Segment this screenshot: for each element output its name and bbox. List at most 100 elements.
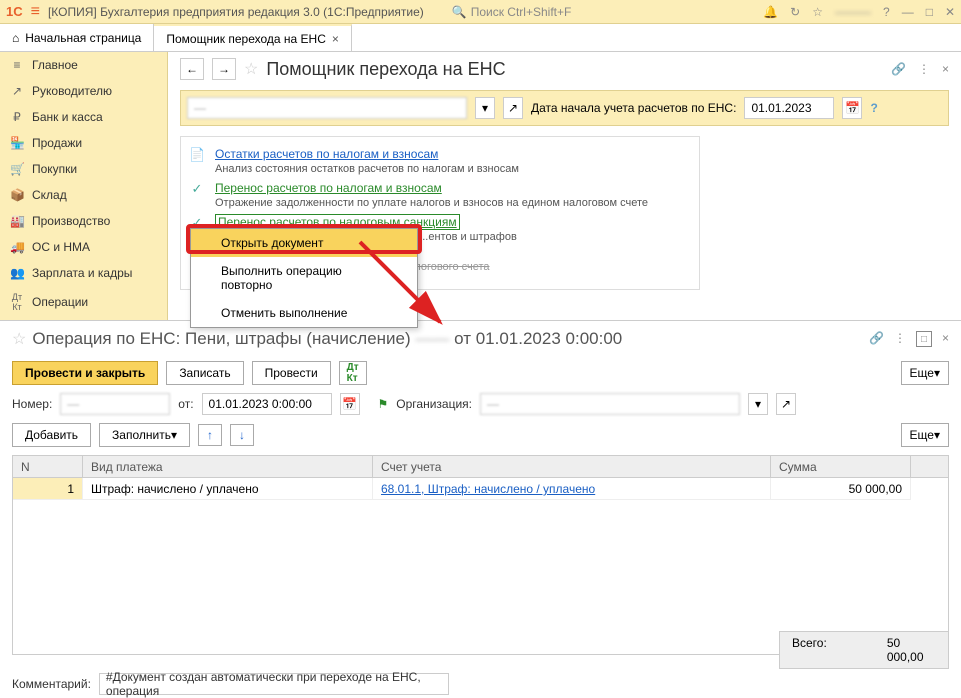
comment-label: Комментарий: — [12, 677, 91, 691]
date-input[interactable]: 01.01.2023 0:00:00 — [202, 393, 332, 415]
doc-link-icon[interactable]: 🔗 — [869, 331, 884, 347]
sidebar-item-operations[interactable]: ДтКтОперации — [0, 286, 167, 318]
global-search[interactable]: 🔍 Поиск Ctrl+Shift+F — [452, 5, 572, 19]
nav-fwd-button[interactable]: → — [212, 58, 236, 80]
sidebar-item-production[interactable]: 🏭Производство — [0, 208, 167, 234]
account-link[interactable]: 68.01.1, Штраф: начислено / уплачено — [381, 482, 595, 496]
list-icon: ≡ — [10, 58, 24, 72]
more-button-2[interactable]: Еще ▾ — [901, 423, 949, 447]
link-icon[interactable]: 🔗 — [891, 62, 906, 76]
doc-close-icon[interactable]: × — [942, 331, 949, 347]
doc-restore-icon[interactable]: □ — [916, 331, 932, 347]
ruble-icon: ₽ — [10, 110, 24, 124]
favorite-icon[interactable]: ☆ — [812, 5, 823, 19]
ctx-cancel-execution[interactable]: Отменить выполнение — [191, 299, 417, 327]
check-icon: ✓ — [189, 181, 205, 197]
ctx-redo-operation[interactable]: Выполнить операцию повторно — [191, 257, 417, 299]
doc-kebab-icon[interactable]: ⋮ — [894, 331, 906, 347]
page-title: Помощник перехода на ЕНС — [266, 59, 505, 80]
cell-account: 68.01.1, Штраф: начислено / уплачено — [373, 478, 771, 500]
maximize-icon[interactable]: □ — [926, 5, 933, 19]
factory-icon: 🏭 — [10, 214, 24, 228]
context-menu: Открыть документ Выполнить операцию повт… — [190, 228, 418, 328]
tab-assistant-label: Помощник перехода на ЕНС — [166, 32, 326, 46]
total-row: Всего: 50 000,00 — [12, 631, 949, 669]
home-icon: ⌂ — [12, 31, 19, 45]
favorite-toggle-icon[interactable]: ☆ — [244, 59, 258, 79]
dtkt-icon: ДтКт — [10, 292, 24, 312]
tab-assistant[interactable]: Помощник перехода на ЕНС × — [154, 24, 352, 51]
number-input[interactable]: — — [60, 393, 170, 415]
col-number[interactable]: N — [13, 456, 83, 477]
tab-home[interactable]: ⌂ Начальная страница — [0, 24, 154, 51]
bell-icon[interactable]: 🔔 — [763, 5, 778, 19]
titlebar: 1С ≡ [КОПИЯ] Бухгалтерия предприятия ред… — [0, 0, 961, 24]
tab-close-icon[interactable]: × — [332, 32, 339, 46]
kebab-icon[interactable]: ⋮ — [918, 62, 930, 76]
ctx-open-document[interactable]: Открыть документ — [191, 229, 417, 257]
org-input[interactable]: — — [480, 393, 740, 415]
step-2-link[interactable]: Перенос расчетов по налогам и взносам — [215, 181, 442, 195]
sidebar-item-stock[interactable]: 📦Склад — [0, 182, 167, 208]
tab-home-label: Начальная страница — [25, 31, 141, 45]
add-row-button[interactable]: Добавить — [12, 423, 91, 447]
org-open-button[interactable]: ↗ — [776, 393, 796, 415]
move-down-button[interactable]: ↓ — [230, 424, 254, 446]
help-date-icon[interactable]: ? — [870, 101, 877, 115]
history-icon[interactable]: ↻ — [790, 5, 800, 19]
more-button-1[interactable]: Еще ▾ — [901, 361, 949, 385]
sidebar-item-main[interactable]: ≡Главное — [0, 52, 167, 78]
window-title: [КОПИЯ] Бухгалтерия предприятия редакция… — [48, 5, 424, 19]
step-2-desc: Отражение задолженности по уплате налого… — [215, 197, 687, 209]
calendar-button[interactable]: 📅 — [842, 97, 862, 119]
cell-number: 1 — [13, 478, 83, 500]
fill-button[interactable]: Заполнить ▾ — [99, 423, 190, 447]
save-button[interactable]: Записать — [166, 361, 243, 385]
doc-favorite-icon[interactable]: ☆ — [12, 329, 26, 349]
close-window-icon[interactable]: ✕ — [945, 5, 955, 19]
sidebar-item-salary[interactable]: 👥Зарплата и кадры — [0, 260, 167, 286]
date-start-input[interactable]: 01.01.2023 — [744, 97, 834, 119]
comment-input[interactable]: #Документ создан автоматически при перех… — [99, 673, 449, 695]
close-panel-icon[interactable]: × — [942, 62, 949, 76]
col-amount[interactable]: Сумма — [771, 456, 911, 477]
number-label: Номер: — [12, 397, 52, 411]
sidebar-item-manager[interactable]: ↗Руководителю — [0, 78, 167, 104]
step-2: ✓ Перенос расчетов по налогам и взносам … — [189, 181, 687, 209]
help-icon[interactable]: ? — [883, 5, 890, 19]
org-date-row: — ▾ ↗ Дата начала учета расчетов по ЕНС:… — [180, 90, 949, 126]
main-menu-icon[interactable]: ≡ — [31, 3, 40, 21]
post-and-close-button[interactable]: Провести и закрыть — [12, 361, 158, 385]
sidebar-item-assets[interactable]: 🚚ОС и НМА — [0, 234, 167, 260]
calendar-doc-button[interactable]: 📅 — [340, 393, 360, 415]
col-payment-type[interactable]: Вид платежа — [83, 456, 373, 477]
doc-icon: 📄 — [189, 147, 205, 163]
post-button[interactable]: Провести — [252, 361, 331, 385]
people-icon: 👥 — [10, 266, 24, 280]
search-icon: 🔍 — [452, 5, 467, 19]
step-1-link[interactable]: Остатки расчетов по налогам и взносам — [215, 147, 438, 161]
sidebar-item-sales[interactable]: 🏪Продажи — [0, 130, 167, 156]
date-start-label: Дата начала учета расчетов по ЕНС: — [531, 101, 736, 115]
open-org-button[interactable]: ↗ — [503, 97, 523, 119]
sidebar-item-purchase[interactable]: 🛒Покупки — [0, 156, 167, 182]
organization-select[interactable]: — — [187, 97, 467, 119]
cart-icon: 🛒 — [10, 162, 24, 176]
nav-back-button[interactable]: ← — [180, 58, 204, 80]
dropdown-button[interactable]: ▾ — [475, 97, 495, 119]
minimize-icon[interactable]: — — [902, 5, 914, 19]
user-label[interactable]: ——— — [835, 5, 871, 19]
table-row[interactable]: 1 Штраф: начислено / уплачено 68.01.1, Ш… — [13, 478, 948, 500]
col-account[interactable]: Счет учета — [373, 456, 771, 477]
cell-type: Штраф: начислено / уплачено — [83, 478, 373, 500]
items-table: N Вид платежа Счет учета Сумма 1 Штраф: … — [12, 455, 949, 655]
truck-icon: 🚚 — [10, 240, 24, 254]
move-up-button[interactable]: ↑ — [198, 424, 222, 446]
dtkt-button[interactable]: ДтКт — [339, 361, 367, 385]
sidebar-item-bank[interactable]: ₽Банк и касса — [0, 104, 167, 130]
chart-icon: ↗ — [10, 84, 24, 98]
flag-icon[interactable]: ⚑ — [378, 397, 389, 411]
sidebar: ≡Главное ↗Руководителю ₽Банк и касса 🏪Пр… — [0, 52, 168, 320]
org-dropdown-button[interactable]: ▾ — [748, 393, 768, 415]
org-label: Организация: — [396, 397, 472, 411]
